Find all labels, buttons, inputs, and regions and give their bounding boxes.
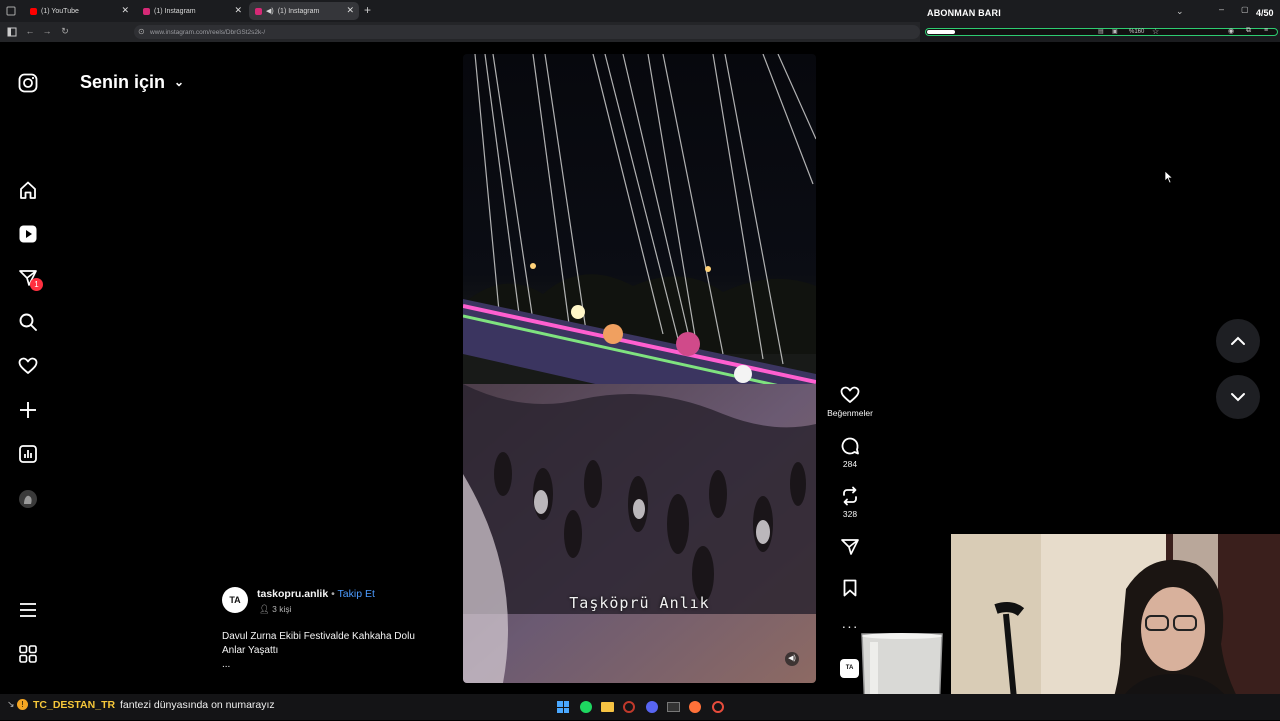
save-action[interactable] [824, 578, 876, 601]
like-label: Beğenmeler [827, 408, 873, 418]
tab-title: (1) YouTube [41, 7, 79, 15]
minimize-icon[interactable]: – [1219, 4, 1224, 14]
subscriber-progress-fill [927, 30, 955, 34]
repost-count: 328 [842, 509, 858, 519]
share-icon [841, 539, 859, 555]
spotify-icon[interactable] [580, 701, 592, 713]
author-username[interactable]: taskopru.anlik [257, 588, 328, 600]
volume-icon[interactable]: ◀) [785, 652, 799, 666]
next-reel-button[interactable] [1216, 375, 1260, 419]
close-tab-icon[interactable]: ✕ [121, 5, 129, 16]
terminal-icon[interactable] [667, 702, 680, 712]
chevron-down-icon[interactable]: ⌄ [1176, 6, 1184, 17]
file-explorer-icon[interactable] [601, 702, 614, 712]
reload-icon[interactable]: ↻ [58, 24, 72, 39]
search-icon[interactable] [16, 310, 40, 334]
url-text: www.instagram.com/reels/DbrGSt2s2k-/ [150, 28, 266, 36]
extensions-icon[interactable]: ⧉ [1246, 27, 1251, 35]
restore-icon[interactable]: ▢ [1241, 5, 1249, 14]
instagram-favicon-icon [143, 7, 150, 15]
caption-line: Davul Zurna Ekibi Festivalde Kahkaha Dol… [222, 631, 415, 642]
opera-icon[interactable] [623, 701, 635, 713]
forward-icon[interactable]: → [40, 24, 54, 39]
person-icon: 👤︎ [259, 604, 270, 614]
previous-reel-button[interactable] [1216, 319, 1260, 363]
like-action[interactable]: Beğenmeler [824, 385, 876, 418]
youtube-favicon-icon [30, 7, 37, 15]
home-icon[interactable] [16, 178, 40, 202]
notifications-heart-icon[interactable] [16, 354, 40, 378]
mouse-cursor-icon [1164, 170, 1174, 189]
new-tab-button[interactable]: + [364, 3, 371, 17]
more-apps-icon[interactable] [16, 642, 40, 666]
chat-username: TC_DESTAN_TR [33, 699, 116, 711]
webcam-overlay [951, 534, 1280, 720]
close-tab-icon[interactable]: ✕ [346, 5, 354, 16]
chat-arrow-icon: ↘ [7, 699, 15, 709]
instagram-logo-icon[interactable] [16, 71, 40, 95]
author-avatar[interactable]: TA [222, 587, 248, 613]
caption-more[interactable]: ... [222, 658, 452, 672]
discord-icon[interactable] [646, 701, 658, 713]
collaborators-count: 3 kişi [272, 604, 292, 614]
bookmark-icon [843, 579, 857, 597]
sidebar-toggle-icon[interactable] [5, 24, 19, 39]
close-tab-icon[interactable]: ✕ [234, 5, 242, 16]
tab-instagram-active[interactable]: ◀) (1) Instagram ✕ [249, 2, 359, 20]
chat-badge-icon: ! [17, 699, 28, 710]
url-field[interactable]: ⊙ www.instagram.com/reels/DbrGSt2s2k-/ [134, 25, 920, 39]
video-watermark: Taşköprü Anlık [569, 594, 710, 612]
back-icon[interactable]: ← [23, 24, 37, 39]
share-action[interactable] [824, 537, 876, 560]
notification-badge: 1 [30, 278, 43, 291]
reader-icon[interactable]: ▤ [1098, 28, 1104, 35]
tab-title: (1) Instagram [277, 7, 320, 15]
profile-avatar[interactable] [16, 487, 40, 511]
reel-video-frame [463, 54, 816, 683]
tab-youtube[interactable]: (1) YouTube ✕ [24, 2, 134, 20]
repost-action[interactable]: 328 [824, 486, 876, 519]
screenshot-icon[interactable]: ▣ [1112, 28, 1118, 35]
dashboard-icon[interactable] [16, 442, 40, 466]
firefox-icon[interactable] [689, 701, 701, 713]
separator-dot: • [331, 588, 335, 600]
comment-icon [841, 437, 859, 455]
feed-title-text: Senin için [80, 72, 166, 92]
audio-avatar[interactable]: TA [840, 659, 859, 678]
follow-button[interactable]: Takip Et [338, 588, 375, 600]
instagram-favicon-icon [255, 7, 262, 15]
messages-icon[interactable]: 1 [16, 266, 43, 291]
bookmark-star-icon[interactable]: ☆ [1152, 27, 1159, 36]
reel-video[interactable] [463, 54, 816, 683]
tab-instagram[interactable]: (1) Instagram ✕ [137, 2, 247, 20]
account-icon[interactable]: ◉ [1228, 27, 1234, 35]
subscriber-bar-title: ABONMAN BARI [927, 8, 1001, 18]
chevron-down-icon [1231, 393, 1245, 402]
create-plus-icon[interactable] [16, 398, 40, 422]
site-info-icon[interactable]: ⊙ [138, 27, 145, 36]
chat-message: fantezi dünyasında on numarayız [120, 699, 275, 711]
collaborators[interactable]: 👤︎ 3 kişi [259, 604, 292, 615]
tab-title: (1) Instagram [154, 7, 196, 15]
browser-menu-icon[interactable]: ≡ [1264, 27, 1268, 34]
menu-icon[interactable] [16, 598, 40, 622]
comment-count: 284 [842, 459, 858, 469]
tab-menu-icon[interactable] [5, 4, 17, 16]
feed-selector[interactable]: Senin için ⌄ [80, 72, 184, 93]
chevron-up-icon [1231, 336, 1245, 345]
post-caption: Davul Zurna Ekibi Festivalde Kahkaha Dol… [222, 630, 452, 672]
chrome-icon[interactable] [712, 701, 724, 713]
chevron-down-icon: ⌄ [174, 75, 185, 89]
comment-action[interactable]: 284 [824, 436, 876, 469]
caption-line: Anlar Yaşattı [222, 645, 279, 656]
webcam-feed [951, 534, 1280, 720]
windows-start-icon[interactable] [557, 701, 569, 713]
repost-icon [843, 486, 857, 506]
zoom-level[interactable]: %160 [1129, 29, 1144, 35]
heart-icon [840, 386, 860, 403]
post-header: taskopru.anlik • Takip Et [257, 588, 375, 600]
subscriber-count: 4/50 [1256, 8, 1274, 18]
reels-icon[interactable] [16, 222, 40, 246]
speaker-icon: ◀) [266, 8, 274, 15]
